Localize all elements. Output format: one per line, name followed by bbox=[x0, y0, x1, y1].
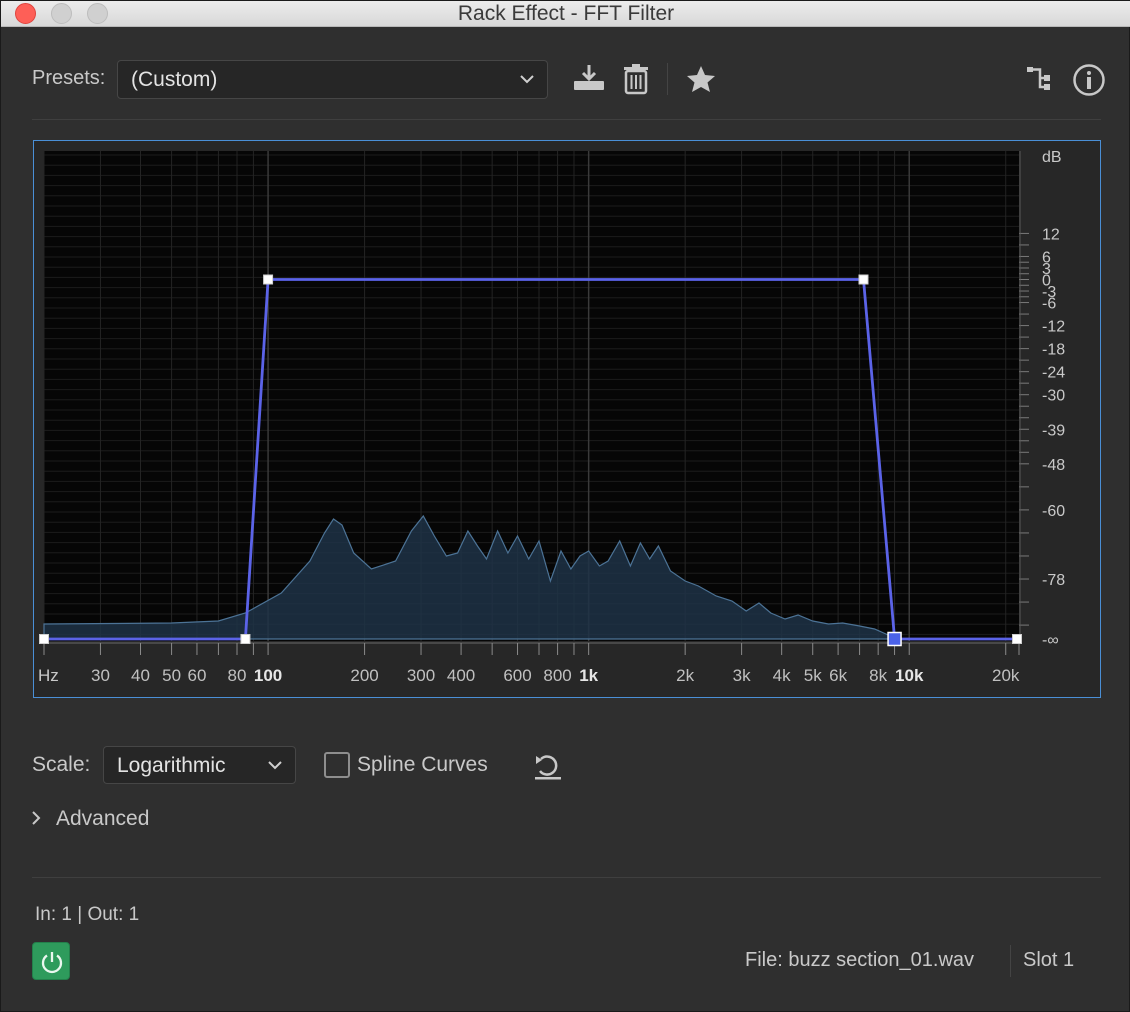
hz-label: 4k bbox=[773, 666, 791, 685]
db-label: -60 bbox=[1042, 503, 1065, 520]
hz-label: 2k bbox=[676, 666, 694, 685]
delete-icon[interactable] bbox=[622, 63, 650, 95]
toolbar-separator bbox=[667, 63, 668, 95]
hz-label: 6k bbox=[829, 666, 847, 685]
hz-label: 10k bbox=[895, 666, 924, 685]
db-label: -48 bbox=[1042, 457, 1065, 474]
scale-label: Scale: bbox=[32, 753, 91, 776]
hz-label: 400 bbox=[447, 666, 475, 685]
hz-label: 40 bbox=[131, 666, 150, 685]
db-label: -30 bbox=[1042, 388, 1065, 405]
io-routing-label: In: 1 | Out: 1 bbox=[35, 904, 140, 925]
fft-graph[interactable]: dB12630-3-6-12-18-24-30-39-48-60-78-∞Hz 3… bbox=[34, 141, 1100, 697]
hz-label: 20k bbox=[992, 666, 1020, 685]
presets-dropdown[interactable]: (Custom) bbox=[117, 60, 548, 99]
footer-separator bbox=[1010, 945, 1011, 977]
routing-icon[interactable] bbox=[1025, 65, 1053, 93]
chevron-down-icon bbox=[520, 75, 534, 84]
db-label: -24 bbox=[1042, 365, 1065, 382]
hz-label: 100 bbox=[254, 666, 282, 685]
hz-label: 3k bbox=[733, 666, 751, 685]
reset-curve-icon[interactable] bbox=[533, 751, 563, 781]
preset-value: (Custom) bbox=[131, 68, 218, 91]
db-label: -78 bbox=[1042, 572, 1065, 589]
db-label: 12 bbox=[1042, 226, 1060, 243]
hz-label: 30 bbox=[91, 666, 110, 685]
hz-label: 5k bbox=[804, 666, 822, 685]
advanced-toggle[interactable]: Advanced bbox=[56, 807, 149, 831]
db-label: -6 bbox=[1042, 296, 1056, 313]
db-label: -18 bbox=[1042, 342, 1065, 359]
hz-label: 60 bbox=[187, 666, 206, 685]
filter-control-point[interactable] bbox=[1012, 634, 1022, 644]
favorite-star-icon[interactable] bbox=[685, 64, 717, 94]
fft-filter-window: Rack Effect - FFT Filter Presets: (Custo… bbox=[0, 0, 1130, 1012]
hz-label: 200 bbox=[350, 666, 378, 685]
filter-control-point[interactable] bbox=[858, 274, 869, 285]
chevron-right-icon[interactable] bbox=[29, 807, 45, 829]
db-unit-label: dB bbox=[1042, 149, 1062, 166]
window-title: Rack Effect - FFT Filter bbox=[457, 2, 675, 25]
hz-unit-label: Hz bbox=[38, 666, 59, 685]
scale-dropdown[interactable]: Logarithmic bbox=[103, 746, 296, 784]
hz-label: 80 bbox=[228, 666, 247, 685]
file-name-label: File: buzz section_01.wav bbox=[745, 949, 975, 971]
hz-label: 1k bbox=[579, 666, 598, 685]
filter-control-point[interactable] bbox=[263, 274, 274, 285]
spline-curves-label: Spline Curves bbox=[357, 753, 488, 776]
header-divider bbox=[32, 119, 1101, 120]
hz-label: 50 bbox=[162, 666, 181, 685]
slot-label: Slot 1 bbox=[1023, 949, 1075, 971]
info-icon[interactable] bbox=[1072, 63, 1106, 97]
chevron-down-icon bbox=[268, 761, 282, 770]
title-bar[interactable]: Rack Effect - FFT Filter bbox=[1, 1, 1130, 27]
hz-label: 600 bbox=[503, 666, 531, 685]
filter-point-selected[interactable] bbox=[887, 631, 902, 647]
fft-graph-panel[interactable]: dB 12 6 3 0 -3 -6 -12 -18 -24 -30 -39 -48 -60 -78 -∞ Hz 3… bbox=[33, 140, 1101, 698]
filter-control-point[interactable] bbox=[39, 634, 49, 644]
scale-value: Logarithmic bbox=[117, 754, 226, 777]
filter-control-point[interactable] bbox=[240, 634, 251, 644]
footer-divider bbox=[32, 877, 1101, 878]
power-toggle-button[interactable] bbox=[32, 942, 70, 980]
save-preset-icon[interactable] bbox=[572, 63, 606, 93]
spline-curves-checkbox[interactable] bbox=[324, 752, 350, 778]
hz-label: 800 bbox=[543, 666, 571, 685]
hz-label: 300 bbox=[407, 666, 435, 685]
presets-label: Presets: bbox=[32, 67, 106, 89]
hz-label: 8k bbox=[869, 666, 887, 685]
db-label: -39 bbox=[1042, 422, 1065, 439]
db-label: -12 bbox=[1042, 319, 1065, 336]
power-icon bbox=[41, 952, 63, 974]
db-label: -∞ bbox=[1042, 632, 1059, 649]
